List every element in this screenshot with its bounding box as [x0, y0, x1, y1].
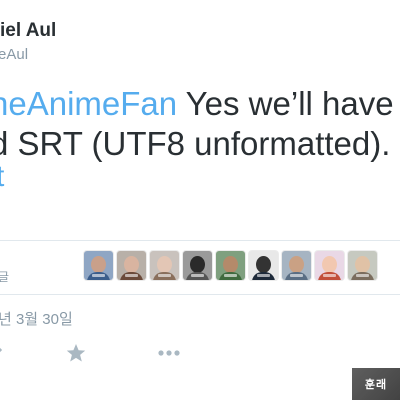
mention-link[interactable]: heAnimeFan — [0, 85, 177, 122]
avatar-face — [256, 256, 271, 273]
avatar-face — [223, 256, 238, 273]
avatar-tag — [92, 274, 105, 277]
favoriter-avatar[interactable] — [183, 251, 212, 280]
favoriter-avatar[interactable] — [117, 251, 146, 280]
divider-bottom — [0, 294, 400, 295]
avatar-tag — [125, 274, 138, 277]
likes-label[interactable]: 글 — [0, 268, 9, 285]
tweet-line-1-rest: Yes we’ll have — [177, 85, 394, 122]
avatar-face — [322, 256, 337, 273]
favoriter-avatar[interactable] — [150, 251, 179, 280]
tweet-line-2: d SRT (UTF8 unformatted). — [0, 125, 391, 162]
avatar-tag — [323, 274, 336, 277]
more-icon[interactable] — [158, 350, 180, 356]
avatar-tag — [158, 274, 171, 277]
divider-top — [0, 240, 400, 241]
avatar-tag — [290, 274, 303, 277]
star-icon[interactable] — [66, 343, 86, 363]
favoriter-avatar[interactable] — [249, 251, 278, 280]
favoriter-avatar[interactable] — [315, 251, 344, 280]
avatar-tag — [257, 274, 270, 277]
avatar-face — [190, 256, 205, 273]
avatar-face — [355, 256, 370, 273]
favoriter-avatar[interactable] — [348, 251, 377, 280]
author-handle[interactable]: eAul — [0, 46, 28, 63]
favoriter-avatar[interactable] — [216, 251, 245, 280]
favoriter-avatar[interactable] — [282, 251, 311, 280]
favoriter-avatar[interactable] — [84, 251, 113, 280]
avatar-tag — [224, 274, 237, 277]
tweet-line-1: heAnimeFan Yes we’ll have — [0, 84, 400, 124]
reply-icon[interactable] — [0, 340, 6, 360]
avatar-face — [289, 256, 304, 273]
tweet-timestamp[interactable]: 년 3월 30일 — [0, 308, 73, 329]
watermark-logo: 훈래 — [352, 368, 400, 400]
avatar-face — [124, 256, 139, 273]
tweet-text: heAnimeFan Yes we’ll have d SRT (UTF8 un… — [0, 84, 400, 164]
avatar-tag — [191, 274, 204, 277]
author-name[interactable]: iel Aul — [0, 20, 56, 42]
link-fragment[interactable]: t — [0, 162, 4, 192]
avatar-face — [91, 256, 106, 273]
avatar-face — [157, 256, 172, 273]
avatar-tag — [356, 274, 369, 277]
